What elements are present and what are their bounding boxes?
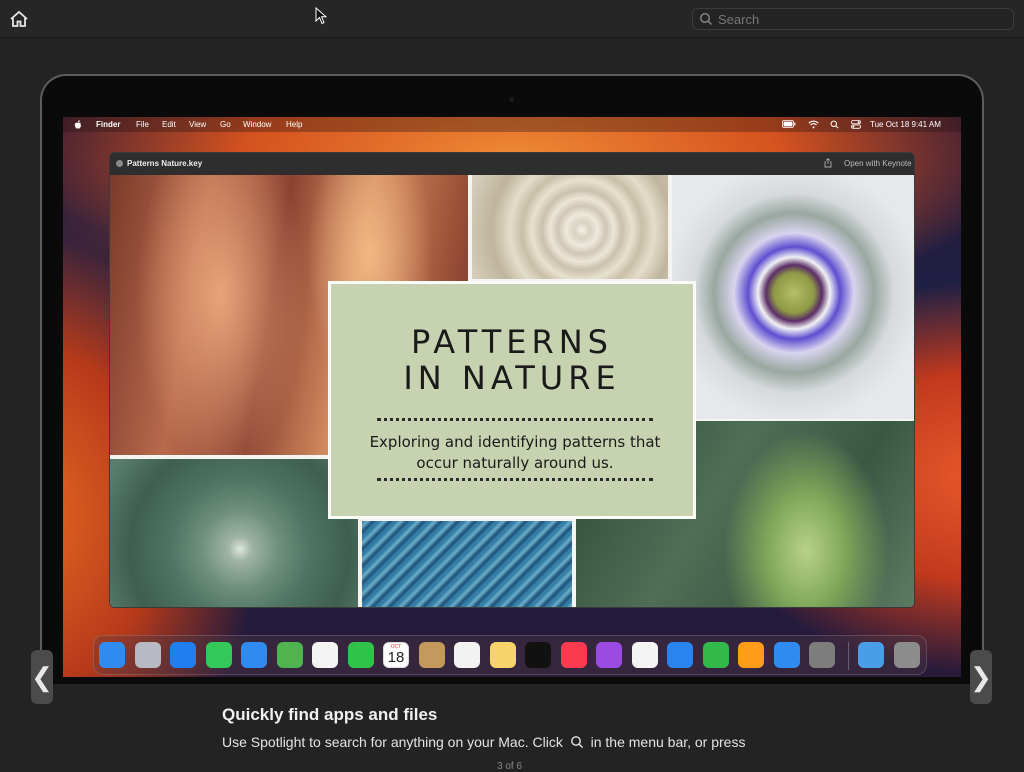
dock: OCT 18 bbox=[93, 635, 927, 675]
mail-icon[interactable] bbox=[241, 642, 267, 668]
dock-separator bbox=[848, 642, 849, 670]
menu-bar: Finder File Edit View Go Window Help Tue… bbox=[63, 117, 961, 132]
facetime-icon[interactable] bbox=[347, 642, 374, 668]
home-icon[interactable] bbox=[8, 9, 30, 29]
trash-icon[interactable] bbox=[894, 642, 920, 668]
dotted-divider-top bbox=[377, 418, 653, 421]
menu-edit[interactable]: Edit bbox=[162, 117, 176, 132]
menu-go[interactable]: Go bbox=[220, 117, 231, 132]
spotlight-icon[interactable] bbox=[830, 120, 839, 129]
top-bar bbox=[0, 0, 1024, 38]
ripples-photo bbox=[362, 521, 572, 607]
calendar-day: 18 bbox=[387, 649, 405, 666]
menu-help[interactable]: Help bbox=[286, 117, 302, 132]
numbers-icon[interactable] bbox=[702, 642, 729, 668]
photos-icon[interactable] bbox=[312, 642, 338, 668]
menu-view[interactable]: View bbox=[189, 117, 206, 132]
news-icon[interactable] bbox=[631, 642, 658, 668]
preview-title: Patterns Nature.key bbox=[127, 159, 203, 168]
safari-icon[interactable] bbox=[170, 642, 196, 668]
maps-icon[interactable] bbox=[276, 642, 303, 668]
mac-screen: Finder File Edit View Go Window Help Tue… bbox=[63, 117, 961, 677]
close-button[interactable] bbox=[116, 160, 123, 167]
music-icon[interactable] bbox=[560, 642, 587, 668]
slide-title: PATTERNS IN NATURE bbox=[331, 324, 693, 396]
apple-tv-icon[interactable] bbox=[525, 642, 551, 668]
app-store-icon[interactable] bbox=[773, 642, 800, 668]
menu-file[interactable]: File bbox=[136, 117, 149, 132]
mouse-cursor-icon bbox=[315, 7, 327, 25]
next-button[interactable]: ❯ bbox=[970, 650, 992, 704]
camera-dot bbox=[509, 97, 514, 102]
dotted-divider-bottom bbox=[377, 478, 653, 481]
slide-subtitle: Exploring and identifying patterns that … bbox=[369, 433, 661, 472]
share-icon[interactable] bbox=[823, 158, 833, 168]
keynote-preview-window: Patterns Nature.key Open with Keynote PA… bbox=[109, 152, 915, 608]
system-settings-icon[interactable] bbox=[809, 642, 835, 668]
messages-icon[interactable] bbox=[205, 642, 232, 668]
previous-button[interactable]: ❮ bbox=[31, 650, 53, 704]
contacts-icon[interactable] bbox=[418, 642, 445, 668]
finder-icon[interactable] bbox=[99, 642, 125, 668]
shell-photo bbox=[472, 175, 668, 279]
battery-icon[interactable] bbox=[782, 120, 796, 128]
pages-icon[interactable] bbox=[738, 642, 764, 668]
slide-title-line1: PATTERNS bbox=[411, 323, 613, 361]
slide-title-card: PATTERNS IN NATURE Exploring and identif… bbox=[328, 281, 696, 519]
succulent-photo bbox=[110, 459, 358, 607]
menu-window[interactable]: Window bbox=[243, 117, 271, 132]
keynote-slide: PATTERNS IN NATURE Exploring and identif… bbox=[110, 175, 914, 607]
notes-icon[interactable] bbox=[489, 642, 516, 668]
launchpad-icon[interactable] bbox=[134, 642, 161, 668]
menu-clock[interactable]: Tue Oct 18 9:41 AM bbox=[870, 117, 941, 132]
page-counter: 3 of 6 bbox=[497, 761, 523, 772]
spotlight-icon bbox=[570, 736, 583, 749]
wifi-icon[interactable] bbox=[808, 120, 819, 129]
preview-titlebar: Patterns Nature.key Open with Keynote bbox=[110, 153, 914, 175]
caption-text: Use Spotlight to search for anything on … bbox=[222, 734, 745, 750]
passion-flower-photo bbox=[672, 175, 914, 419]
calendar-icon[interactable]: OCT 18 bbox=[383, 642, 409, 668]
menu-finder[interactable]: Finder bbox=[96, 117, 120, 132]
keynote-icon[interactable] bbox=[667, 642, 693, 668]
slide-title-line2: IN NATURE bbox=[403, 359, 621, 397]
reminders-icon[interactable] bbox=[454, 642, 480, 668]
podcasts-icon[interactable] bbox=[596, 642, 622, 668]
caption-text-before: Use Spotlight to search for anything on … bbox=[222, 734, 563, 750]
search-input[interactable] bbox=[718, 10, 1008, 28]
apple-icon[interactable] bbox=[74, 120, 82, 129]
downloads-folder-icon[interactable] bbox=[858, 642, 884, 668]
caption-title: Quickly find apps and files bbox=[222, 705, 438, 724]
control-center-icon[interactable] bbox=[851, 120, 861, 129]
open-with-keynote-button[interactable]: Open with Keynote bbox=[844, 159, 912, 168]
search-icon bbox=[699, 12, 712, 25]
search-box[interactable] bbox=[692, 8, 1014, 30]
caption-text-after: in the menu bar, or press bbox=[590, 734, 746, 750]
